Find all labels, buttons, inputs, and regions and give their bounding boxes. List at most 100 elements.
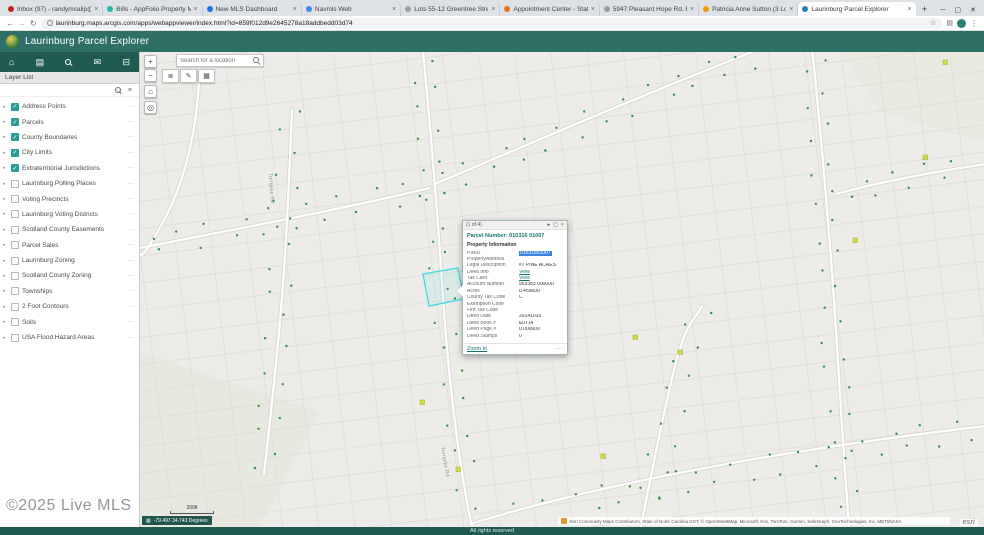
layer-expand-icon[interactable]: ▸ bbox=[3, 181, 8, 187]
search-icon[interactable] bbox=[65, 59, 72, 66]
map-canvas[interactable]: Turnpike RdTurnpike Rd + − ⌂ ◎ ≣ ✎ ▦ (1 … bbox=[140, 52, 984, 527]
layer-expand-icon[interactable]: ▸ bbox=[3, 104, 8, 110]
browser-tab[interactable]: Inbox (97) - randymcalip@g...× bbox=[4, 2, 103, 16]
layer-checkbox[interactable] bbox=[11, 272, 19, 280]
alert-marker-icon[interactable] bbox=[561, 518, 567, 524]
layer-menu-icon[interactable]: ··· bbox=[128, 196, 136, 202]
layer-expand-icon[interactable]: ▸ bbox=[3, 304, 8, 310]
layer-expand-icon[interactable]: ▸ bbox=[3, 134, 8, 140]
layer-expand-icon[interactable]: ▸ bbox=[3, 273, 8, 279]
browser-tab[interactable]: Laurinburg Parcel Explorer× bbox=[798, 2, 915, 16]
layer-menu-icon[interactable]: ··· bbox=[128, 242, 136, 248]
maximize-icon[interactable]: ▢ bbox=[955, 6, 962, 14]
browser-tab[interactable]: Navmls Web× bbox=[302, 2, 401, 16]
layer-expand-icon[interactable]: ▸ bbox=[3, 196, 8, 202]
profile-avatar[interactable] bbox=[957, 19, 966, 28]
minimize-icon[interactable]: ─ bbox=[941, 7, 946, 14]
url-field[interactable]: laurinburg.maps.arcgis.com/apps/webappvi… bbox=[41, 18, 943, 29]
popup-maximize-icon[interactable]: ◻ bbox=[553, 222, 558, 228]
layer-menu-icon[interactable]: ··· bbox=[128, 150, 136, 156]
layer-menu-icon[interactable]: ··· bbox=[128, 335, 136, 341]
layer-menu-icon[interactable]: ··· bbox=[128, 258, 136, 264]
refresh-icon[interactable]: ↻ bbox=[30, 19, 37, 28]
tab-close-icon[interactable]: × bbox=[293, 6, 297, 13]
close-icon[interactable]: ✕ bbox=[970, 6, 976, 14]
layer-expand-icon[interactable]: ▸ bbox=[3, 227, 8, 233]
layer-menu-icon[interactable]: ··· bbox=[128, 211, 136, 217]
layer-checkbox[interactable] bbox=[11, 195, 19, 203]
draw-button[interactable]: ✎ bbox=[180, 69, 197, 83]
contact-icon[interactable]: ✉ bbox=[94, 58, 102, 67]
coordinate-grid-icon[interactable]: ▦ bbox=[146, 518, 151, 524]
tab-close-icon[interactable]: × bbox=[491, 6, 495, 13]
zoom-to-link[interactable]: Zoom to bbox=[467, 346, 487, 352]
layer-expand-icon[interactable]: ▸ bbox=[3, 258, 8, 264]
layer-checkbox[interactable] bbox=[11, 257, 19, 265]
basemap-icon[interactable]: ▤ bbox=[36, 58, 45, 67]
layer-search-icon[interactable] bbox=[115, 87, 122, 94]
layer-menu-icon[interactable]: ··· bbox=[128, 165, 136, 171]
bookmark-star-icon[interactable]: ☆ bbox=[930, 19, 936, 27]
layer-menu-icon[interactable]: ··· bbox=[128, 227, 136, 233]
popup-menu-icon[interactable]: ··· bbox=[556, 346, 564, 352]
layer-expand-icon[interactable]: ▸ bbox=[3, 288, 8, 294]
layer-expand-icon[interactable]: ▸ bbox=[3, 319, 8, 325]
layer-checkbox[interactable]: ✓ bbox=[11, 164, 19, 172]
basemap-gallery-button[interactable]: ▦ bbox=[198, 69, 215, 83]
layer-menu-icon[interactable]: ··· bbox=[128, 181, 136, 187]
layer-checkbox[interactable] bbox=[11, 303, 19, 311]
layer-menu-icon[interactable]: ··· bbox=[128, 119, 136, 125]
layer-checkbox[interactable] bbox=[11, 318, 19, 326]
tab-close-icon[interactable]: × bbox=[907, 6, 911, 13]
forward-icon[interactable]: → bbox=[18, 19, 26, 28]
tab-close-icon[interactable]: × bbox=[94, 6, 98, 13]
popup-next-icon[interactable]: ▸ bbox=[547, 222, 550, 228]
field-link[interactable]: View bbox=[519, 270, 530, 275]
home-extent-button[interactable]: ⌂ bbox=[144, 85, 157, 98]
search-input[interactable] bbox=[180, 58, 251, 64]
layer-expand-icon[interactable]: ▸ bbox=[3, 242, 8, 248]
browser-tab[interactable]: 5947 Pleasant Hope Rd. Fairmo...× bbox=[600, 2, 699, 16]
layer-checkbox[interactable] bbox=[11, 180, 19, 188]
layer-checkbox[interactable]: ✓ bbox=[11, 103, 19, 111]
site-info-icon[interactable] bbox=[47, 20, 53, 26]
my-location-button[interactable]: ◎ bbox=[144, 101, 157, 114]
browser-tab[interactable]: Lots 55-12 Greentree Street - S...× bbox=[401, 2, 500, 16]
zoom-out-button[interactable]: − bbox=[144, 69, 157, 82]
layer-checkbox[interactable] bbox=[11, 334, 19, 342]
home-icon[interactable]: ⌂ bbox=[9, 58, 14, 67]
legend-button[interactable]: ≣ bbox=[162, 69, 179, 83]
layer-checkbox[interactable] bbox=[11, 287, 19, 295]
browser-tab[interactable]: Patricia Anne Sutton (3 Lots av...× bbox=[699, 2, 798, 16]
layer-options-icon[interactable]: ≡ bbox=[128, 87, 132, 94]
field-link[interactable]: View bbox=[519, 276, 530, 281]
search-icon[interactable] bbox=[253, 57, 260, 64]
layer-checkbox[interactable]: ✓ bbox=[11, 149, 19, 157]
layer-menu-icon[interactable]: ··· bbox=[128, 319, 136, 325]
layer-expand-icon[interactable]: ▸ bbox=[3, 165, 8, 171]
layer-menu-icon[interactable]: ··· bbox=[128, 288, 136, 294]
layer-checkbox[interactable] bbox=[11, 210, 19, 218]
browser-tab[interactable]: Bills - AppFolio Property Man...× bbox=[103, 2, 202, 16]
zoom-in-button[interactable]: + bbox=[144, 55, 157, 68]
bookmarks-icon[interactable]: ▤ bbox=[946, 19, 953, 27]
layer-expand-icon[interactable]: ▸ bbox=[3, 150, 8, 156]
layer-expand-icon[interactable]: ▸ bbox=[3, 119, 8, 125]
tab-close-icon[interactable]: × bbox=[392, 6, 396, 13]
layer-expand-icon[interactable]: ▸ bbox=[3, 211, 8, 217]
new-tab-button[interactable]: + bbox=[919, 3, 931, 15]
browser-menu-icon[interactable]: ⋮ bbox=[970, 19, 978, 28]
tab-close-icon[interactable]: × bbox=[690, 6, 694, 13]
layer-menu-icon[interactable]: ··· bbox=[128, 273, 136, 279]
tab-close-icon[interactable]: × bbox=[591, 6, 595, 13]
layer-checkbox[interactable] bbox=[11, 226, 19, 234]
tab-close-icon[interactable]: × bbox=[194, 6, 198, 13]
browser-tab[interactable]: New MLS Dashboard× bbox=[203, 2, 302, 16]
popup-close-icon[interactable]: × bbox=[561, 222, 564, 228]
layer-menu-icon[interactable]: ··· bbox=[128, 304, 136, 310]
layer-menu-icon[interactable]: ··· bbox=[128, 134, 136, 140]
layer-checkbox[interactable]: ✓ bbox=[11, 133, 19, 141]
back-icon[interactable]: ← bbox=[6, 19, 14, 28]
layer-expand-icon[interactable]: ▸ bbox=[3, 335, 8, 341]
layer-menu-icon[interactable]: ··· bbox=[128, 104, 136, 110]
